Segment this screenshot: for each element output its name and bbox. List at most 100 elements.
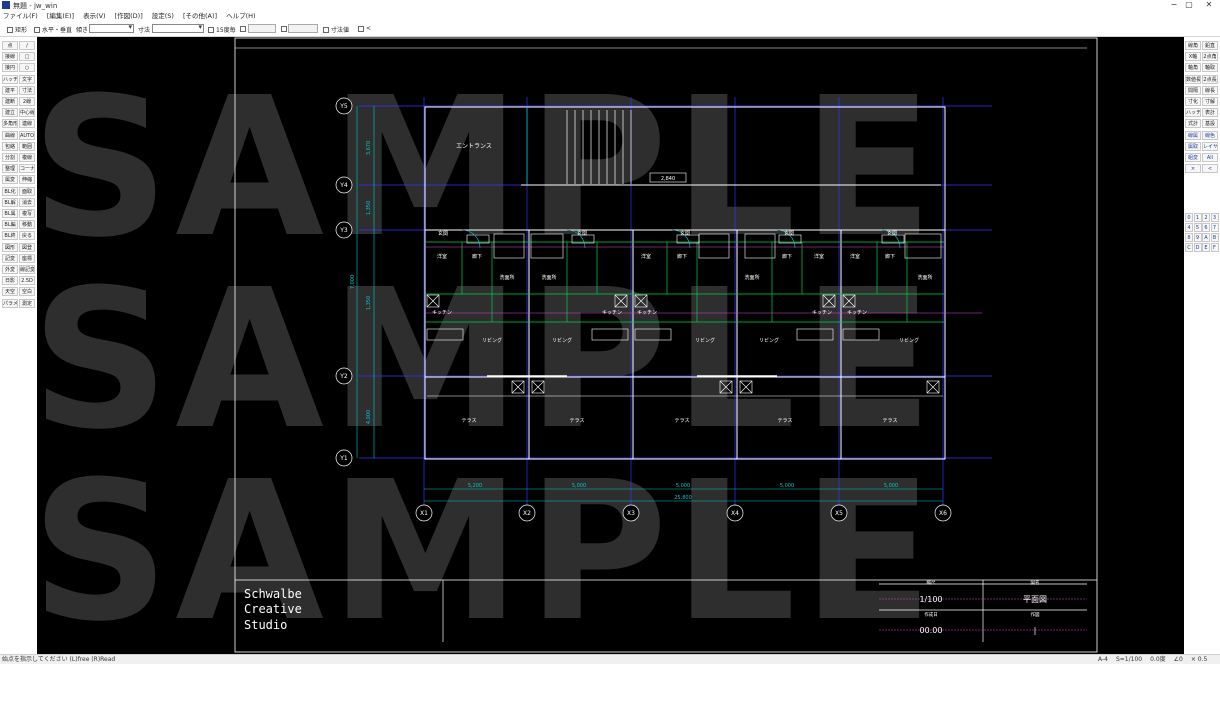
left-tool-button[interactable]: BL化 xyxy=(2,186,18,196)
right-tool-button[interactable]: 線色 xyxy=(1202,130,1218,140)
field1-input[interactable] xyxy=(248,24,276,33)
menu-file[interactable]: ファイル(F) xyxy=(3,11,38,21)
left-tool-button[interactable]: 面取 xyxy=(19,186,35,196)
hv-option[interactable]: 水平・垂直 xyxy=(34,25,72,34)
left-tool-button[interactable]: BL解 xyxy=(2,197,18,207)
angle-select[interactable] xyxy=(89,23,134,33)
left-tool-button[interactable]: コーナー xyxy=(19,164,35,174)
right-tool-button[interactable]: 表計 xyxy=(1202,108,1218,118)
left-tool-button[interactable]: 点 xyxy=(2,41,18,50)
right-tool-button[interactable]: X軸 xyxy=(1185,52,1201,62)
left-tool-button[interactable]: / xyxy=(19,41,35,50)
layer-button[interactable]: E xyxy=(1202,243,1210,252)
left-tool-button[interactable]: 属変 xyxy=(2,175,18,185)
right-tool-button[interactable]: All xyxy=(1202,153,1218,162)
left-tool-button[interactable]: パラメ xyxy=(2,298,18,308)
status-paper-size[interactable]: A-4 xyxy=(1098,655,1108,664)
hv-checkbox[interactable] xyxy=(34,26,40,33)
menu-help[interactable]: ヘルプ(H) xyxy=(226,11,255,21)
layer-button[interactable]: 8 xyxy=(1185,233,1193,242)
layer-button[interactable]: 7 xyxy=(1210,223,1219,232)
menu-other[interactable]: [その他(A)] xyxy=(183,11,217,21)
right-tool-button[interactable]: 軸角 xyxy=(1185,63,1201,73)
left-tool-button[interactable]: □ xyxy=(19,52,35,62)
left-tool-button[interactable]: 測定 xyxy=(19,298,35,308)
left-tool-button[interactable]: 日影 xyxy=(2,276,18,286)
left-tool-button[interactable]: 複線 xyxy=(19,153,35,162)
left-tool-button[interactable]: 寸法 xyxy=(19,85,35,95)
right-tool-button[interactable]: × xyxy=(1185,164,1201,174)
left-tool-button[interactable]: 2.5D xyxy=(19,276,35,286)
layer-button[interactable]: B xyxy=(1210,233,1219,242)
layer-button[interactable]: F xyxy=(1210,243,1219,252)
minimize-button[interactable]: − xyxy=(1166,0,1182,11)
right-tool-button[interactable]: 線長 xyxy=(1202,85,1218,95)
left-tool-button[interactable]: 記変 xyxy=(2,253,18,263)
angle15-checkbox[interactable] xyxy=(208,26,214,33)
left-tool-button[interactable]: 戻る xyxy=(19,231,35,241)
left-tool-button[interactable]: 文字 xyxy=(19,74,35,84)
left-tool-button[interactable]: 分割 xyxy=(2,153,18,162)
right-tool-button[interactable]: < xyxy=(1202,164,1218,174)
left-tool-button[interactable]: BL終 xyxy=(2,231,18,241)
arrow-option[interactable]: < xyxy=(358,25,371,32)
field2-checkbox[interactable] xyxy=(281,26,287,32)
right-tool-button[interactable]: 組変 xyxy=(1185,153,1201,162)
right-tool-button[interactable]: 属取 xyxy=(1185,141,1201,151)
restore-button[interactable]: ▢ xyxy=(1181,0,1197,11)
left-tool-button[interactable]: 曲線 xyxy=(2,130,18,140)
layer-button[interactable]: 5 xyxy=(1193,223,1202,232)
menu-view[interactable]: 表示(V) xyxy=(83,11,106,21)
left-tool-button[interactable]: 外変 xyxy=(2,265,18,274)
left-tool-button[interactable]: 中心線 xyxy=(19,108,35,118)
left-tool-button[interactable]: 伸縮 xyxy=(19,175,35,185)
layer-button[interactable]: C xyxy=(1185,243,1193,252)
left-tool-button[interactable]: 消去 xyxy=(19,197,35,207)
right-tool-button[interactable]: 線角 xyxy=(1185,41,1201,50)
right-tool-button[interactable]: 寸化 xyxy=(1185,97,1201,106)
right-tool-button[interactable]: レイヤ xyxy=(1202,141,1218,151)
left-tool-button[interactable]: ハッチ xyxy=(2,74,18,84)
layer-button[interactable]: 2 xyxy=(1202,213,1210,222)
right-tool-button[interactable]: 間隔 xyxy=(1185,85,1201,95)
right-tool-button[interactable]: 数値長 xyxy=(1185,74,1201,84)
left-tool-button[interactable]: 空白 xyxy=(19,287,35,297)
left-tool-button[interactable]: 連線 xyxy=(19,119,35,129)
left-tool-button[interactable]: 2線 xyxy=(19,97,35,106)
left-tool-button[interactable]: 建立 xyxy=(2,108,18,118)
field2-input[interactable] xyxy=(288,24,318,33)
drawing-canvas[interactable]: SAMPLE SAMPLE SAMPLE 2,840 エントランス 洋室 廊下 … xyxy=(37,37,1184,654)
layer-button[interactable]: 1 xyxy=(1193,213,1202,222)
layer-button[interactable]: A xyxy=(1202,233,1210,242)
left-tool-button[interactable]: 接円 xyxy=(2,63,18,73)
angle15-option[interactable]: 15度毎 xyxy=(208,25,236,34)
menu-edit[interactable]: [編集(E)] xyxy=(47,11,74,21)
close-button[interactable]: ✕ xyxy=(1201,0,1217,11)
dim-value-checkbox[interactable] xyxy=(323,26,329,33)
status-angle[interactable]: 0.0度 xyxy=(1150,655,1166,664)
menu-settings[interactable]: 設定(S) xyxy=(152,11,174,21)
left-tool-button[interactable]: 範囲 xyxy=(19,141,35,151)
right-tool-button[interactable]: 鉛直 xyxy=(1202,41,1218,50)
status-zoom[interactable]: × 0.5 xyxy=(1191,655,1207,664)
field1-checkbox[interactable] xyxy=(240,26,246,32)
right-tool-button[interactable]: 2点角 xyxy=(1202,52,1218,62)
left-tool-button[interactable]: 線記変 xyxy=(19,265,35,274)
left-tool-button[interactable]: 整理 xyxy=(2,164,18,174)
right-tool-button[interactable]: 式計 xyxy=(1185,119,1201,129)
layer-button[interactable]: 3 xyxy=(1210,213,1219,222)
right-tool-button[interactable]: ハッチ xyxy=(1185,108,1201,118)
left-tool-button[interactable]: 建断 xyxy=(2,97,18,106)
left-tool-button[interactable]: 座標 xyxy=(19,253,35,263)
left-tool-button[interactable]: BL属 xyxy=(2,209,18,218)
right-tool-button[interactable]: 寸解 xyxy=(1202,97,1218,106)
right-tool-button[interactable]: 2点長 xyxy=(1202,74,1218,84)
layer-button[interactable]: 9 xyxy=(1193,233,1202,242)
left-tool-button[interactable]: 接線 xyxy=(2,52,18,62)
left-tool-button[interactable]: 包絡 xyxy=(2,141,18,151)
left-tool-button[interactable]: 移動 xyxy=(19,220,35,230)
status-scale[interactable]: S=1/100 xyxy=(1116,655,1142,664)
left-tool-button[interactable]: 図形 xyxy=(2,242,18,252)
menu-draw[interactable]: [作図(D)] xyxy=(115,11,143,21)
left-tool-button[interactable]: ○ xyxy=(19,63,35,73)
